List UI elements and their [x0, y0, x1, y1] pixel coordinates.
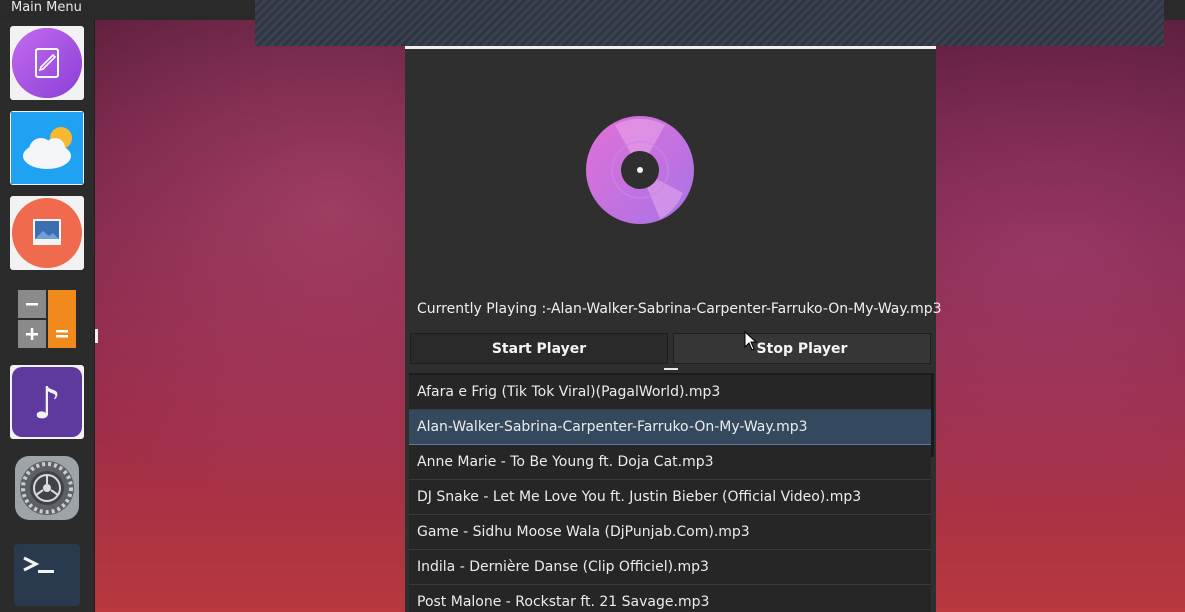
playlist-item-selected[interactable]: Alan-Walker-Sabrina-Carpenter-Farruko-On…	[409, 410, 931, 445]
splitter-handle[interactable]	[664, 368, 678, 370]
disc-icon	[585, 115, 695, 225]
playlist[interactable]: Afara e Frig (Tik Tok Viral)(PagalWorld)…	[409, 373, 931, 612]
picture-icon	[12, 198, 82, 268]
playlist-item[interactable]: Anne Marie - To Be Young ft. Doja Cat.mp…	[409, 445, 931, 480]
playlist-item[interactable]: Afara e Frig (Tik Tok Viral)(PagalWorld)…	[409, 375, 931, 410]
music-note-icon: ♪	[12, 367, 82, 437]
dock-item-settings[interactable]	[10, 451, 84, 525]
mouse-cursor-icon	[744, 331, 758, 351]
now-playing-label: Currently Playing :-Alan-Walker-Sabrina-…	[417, 301, 942, 317]
edit-document-icon	[12, 28, 82, 98]
dock-item-music-player[interactable]: ♪	[10, 365, 84, 439]
playlist-item[interactable]: Post Malone - Rockstar ft. 21 Savage.mp3	[409, 585, 931, 612]
gear-icon	[15, 456, 79, 520]
top-panel: Main Menu	[0, 0, 255, 20]
main-menu-label[interactable]: Main Menu	[11, 0, 82, 16]
dock-item-text-editor[interactable]	[10, 26, 84, 100]
calculator-icon	[18, 290, 76, 348]
dock-item-weather[interactable]	[10, 111, 84, 185]
music-player-window: Currently Playing :-Alan-Walker-Sabrina-…	[405, 46, 942, 612]
playlist-scrollbar[interactable]	[931, 373, 934, 457]
playlist-item[interactable]: Game - Sidhu Moose Wala (DjPunjab.Com).m…	[409, 515, 931, 550]
svg-text:♪: ♪	[33, 378, 61, 429]
dock-active-indicator	[95, 329, 98, 343]
dock-item-terminal[interactable]	[10, 538, 84, 612]
app-dock: ♪	[0, 20, 95, 612]
top-panel-right	[1164, 0, 1185, 20]
stop-player-button[interactable]: Stop Player	[673, 333, 931, 364]
dock-item-image-viewer[interactable]	[10, 196, 84, 270]
window-titlebar-area	[255, 0, 1164, 46]
terminal-icon	[14, 544, 80, 606]
start-player-button[interactable]: Start Player	[410, 333, 668, 364]
playlist-item[interactable]: DJ Snake - Let Me Love You ft. Justin Bi…	[409, 480, 931, 515]
playlist-item[interactable]: Indila - Dernière Danse (Clip Officiel).…	[409, 550, 931, 585]
dock-item-calculator[interactable]	[10, 282, 84, 356]
weather-cloud-sun-icon	[11, 112, 83, 184]
